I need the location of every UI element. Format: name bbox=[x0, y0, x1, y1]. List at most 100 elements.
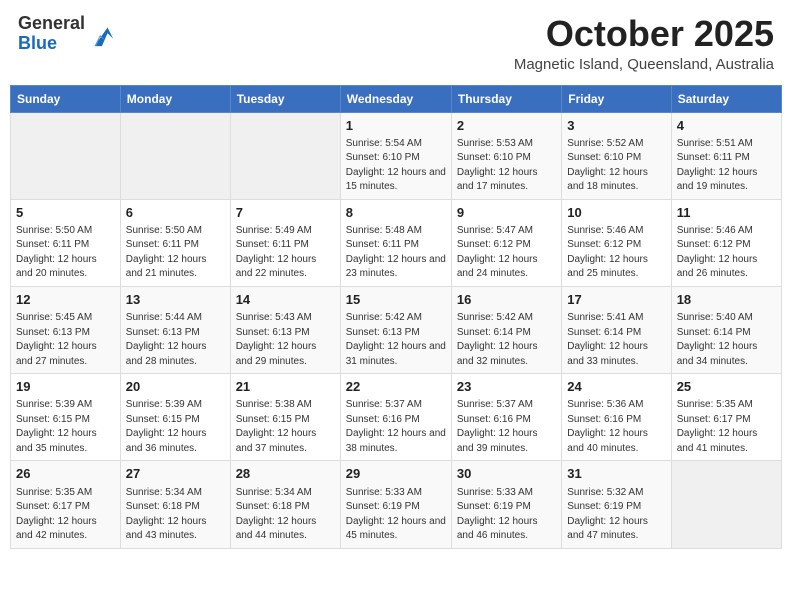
day-number: 17 bbox=[567, 291, 665, 309]
calendar-cell: 7Sunrise: 5:49 AM Sunset: 6:11 PM Daylig… bbox=[230, 199, 340, 286]
cell-text: Sunrise: 5:37 AM Sunset: 6:16 PM Dayligh… bbox=[346, 398, 446, 456]
calendar-week-1: 1Sunrise: 5:54 AM Sunset: 6:10 PM Daylig… bbox=[11, 112, 782, 199]
calendar-cell: 6 Sunrise: 5:50 AM Sunset: 6:11 PM Daylig… bbox=[120, 199, 230, 286]
day-number: 10 bbox=[567, 204, 665, 222]
page-header: General Blue October 2025 Magnetic Islan… bbox=[10, 10, 782, 77]
calendar-cell: 29Sunrise: 5:33 AM Sunset: 6:19 PM Dayli… bbox=[340, 461, 451, 548]
day-number: 27 bbox=[126, 465, 225, 483]
cell-text: Sunrise: 5:50 AM Sunset: 6:11 PM Dayligh… bbox=[126, 224, 225, 282]
cell-text: Sunrise: 5:33 AM Sunset: 6:19 PM Dayligh… bbox=[457, 486, 556, 544]
logo: General Blue bbox=[18, 14, 115, 54]
calendar-cell: 27Sunrise: 5:34 AM Sunset: 6:18 PM Dayli… bbox=[120, 461, 230, 548]
month-title: October 2025 bbox=[514, 14, 774, 54]
calendar-cell: 17 Sunrise: 5:41 AM Sunset: 6:14 PM Dayli… bbox=[562, 286, 671, 373]
calendar-cell: 25 Sunrise: 5:35 AM Sunset: 6:17 PM Dayli… bbox=[671, 374, 781, 461]
calendar-cell: 21 Sunrise: 5:38 AM Sunset: 6:15 PM Dayli… bbox=[230, 374, 340, 461]
cell-text: Sunrise: 5:42 AM Sunset: 6:14 PM Dayligh… bbox=[457, 311, 556, 369]
calendar-cell: 30 Sunrise: 5:33 AM Sunset: 6:19 PM Dayli… bbox=[451, 461, 561, 548]
cell-text: Sunrise: 5:35 AM Sunset: 6:17 PM Dayligh… bbox=[677, 398, 776, 456]
day-number: 21 bbox=[236, 378, 335, 396]
cell-text: Sunrise: 5:39 AM Sunset: 6:15 PM Dayligh… bbox=[16, 398, 115, 456]
day-number: 31 bbox=[567, 465, 665, 483]
calendar-cell: 14 Sunrise: 5:43 AM Sunset: 6:13 PM Dayli… bbox=[230, 286, 340, 373]
calendar-cell: 23 Sunrise: 5:37 AM Sunset: 6:16 PM Dayli… bbox=[451, 374, 561, 461]
calendar-cell: 16 Sunrise: 5:42 AM Sunset: 6:14 PM Dayli… bbox=[451, 286, 561, 373]
col-header-tuesday: Tuesday bbox=[230, 85, 340, 112]
day-number: 20 bbox=[126, 378, 225, 396]
cell-text: Sunrise: 5:50 AM Sunset: 6:11 PM Dayligh… bbox=[16, 224, 115, 282]
cell-text: Sunrise: 5:41 AM Sunset: 6:14 PM Dayligh… bbox=[567, 311, 665, 369]
day-number: 26 bbox=[16, 465, 115, 483]
day-number: 3 bbox=[567, 117, 665, 135]
day-number: 25 bbox=[677, 378, 776, 396]
day-number: 9 bbox=[457, 204, 556, 222]
calendar-cell: 19 Sunrise: 5:39 AM Sunset: 6:15 PM Dayli… bbox=[11, 374, 121, 461]
col-header-thursday: Thursday bbox=[451, 85, 561, 112]
cell-text: Sunrise: 5:43 AM Sunset: 6:13 PM Dayligh… bbox=[236, 311, 335, 369]
logo-blue: Blue bbox=[18, 33, 57, 53]
cell-text: Sunrise: 5:34 AM Sunset: 6:18 PM Dayligh… bbox=[236, 486, 335, 544]
calendar-cell bbox=[230, 112, 340, 199]
day-number: 30 bbox=[457, 465, 556, 483]
calendar-cell: 28 Sunrise: 5:34 AM Sunset: 6:18 PM Dayli… bbox=[230, 461, 340, 548]
day-number: 11 bbox=[677, 204, 776, 222]
day-number: 18 bbox=[677, 291, 776, 309]
calendar-cell: 15 Sunrise: 5:42 AM Sunset: 6:13 PM Dayli… bbox=[340, 286, 451, 373]
col-header-friday: Friday bbox=[562, 85, 671, 112]
cell-text: Sunrise: 5:46 AM Sunset: 6:12 PM Dayligh… bbox=[677, 224, 776, 282]
day-number: 6 bbox=[126, 204, 225, 222]
cell-text: Sunrise: 5:42 AM Sunset: 6:13 PM Dayligh… bbox=[346, 311, 446, 369]
calendar-cell: 18Sunrise: 5:40 AM Sunset: 6:14 PM Dayli… bbox=[671, 286, 781, 373]
calendar-cell: 12 Sunrise: 5:45 AM Sunset: 6:13 PM Dayli… bbox=[11, 286, 121, 373]
day-number: 28 bbox=[236, 465, 335, 483]
day-number: 4 bbox=[677, 117, 776, 135]
logo-general: General bbox=[18, 13, 85, 33]
day-number: 23 bbox=[457, 378, 556, 396]
calendar-cell bbox=[11, 112, 121, 199]
calendar-cell: 11 Sunrise: 5:46 AM Sunset: 6:12 PM Dayli… bbox=[671, 199, 781, 286]
cell-text: Sunrise: 5:48 AM Sunset: 6:11 PM Dayligh… bbox=[346, 224, 446, 282]
day-number: 2 bbox=[457, 117, 556, 135]
day-number: 19 bbox=[16, 378, 115, 396]
cell-text: Sunrise: 5:35 AM Sunset: 6:17 PM Dayligh… bbox=[16, 486, 115, 544]
calendar-cell bbox=[120, 112, 230, 199]
location-subtitle: Magnetic Island, Queensland, Australia bbox=[514, 56, 774, 73]
logo-icon bbox=[87, 20, 115, 48]
calendar-cell: 9 Sunrise: 5:47 AM Sunset: 6:12 PM Daylig… bbox=[451, 199, 561, 286]
day-number: 8 bbox=[346, 204, 446, 222]
calendar-cell: 31 Sunrise: 5:32 AM Sunset: 6:19 PM Dayli… bbox=[562, 461, 671, 548]
col-header-saturday: Saturday bbox=[671, 85, 781, 112]
day-number: 14 bbox=[236, 291, 335, 309]
day-number: 12 bbox=[16, 291, 115, 309]
calendar-week-3: 12 Sunrise: 5:45 AM Sunset: 6:13 PM Dayli… bbox=[11, 286, 782, 373]
cell-text: Sunrise: 5:47 AM Sunset: 6:12 PM Dayligh… bbox=[457, 224, 556, 282]
cell-text: Sunrise: 5:49 AM Sunset: 6:11 PM Dayligh… bbox=[236, 224, 335, 282]
calendar-cell: 22 Sunrise: 5:37 AM Sunset: 6:16 PM Dayli… bbox=[340, 374, 451, 461]
day-number: 15 bbox=[346, 291, 446, 309]
day-number: 1 bbox=[346, 117, 446, 135]
calendar-cell: 4 Sunrise: 5:51 AM Sunset: 6:11 PM Daylig… bbox=[671, 112, 781, 199]
calendar-cell: 2Sunrise: 5:53 AM Sunset: 6:10 PM Daylig… bbox=[451, 112, 561, 199]
col-header-wednesday: Wednesday bbox=[340, 85, 451, 112]
cell-text: Sunrise: 5:51 AM Sunset: 6:11 PM Dayligh… bbox=[677, 137, 776, 195]
cell-text: Sunrise: 5:32 AM Sunset: 6:19 PM Dayligh… bbox=[567, 486, 665, 544]
calendar-cell bbox=[671, 461, 781, 548]
day-number: 29 bbox=[346, 465, 446, 483]
calendar-table: SundayMondayTuesdayWednesdayThursdayFrid… bbox=[10, 85, 782, 549]
calendar-cell: 1Sunrise: 5:54 AM Sunset: 6:10 PM Daylig… bbox=[340, 112, 451, 199]
calendar-cell: 10Sunrise: 5:46 AM Sunset: 6:12 PM Dayli… bbox=[562, 199, 671, 286]
calendar-cell: 3Sunrise: 5:52 AM Sunset: 6:10 PM Daylig… bbox=[562, 112, 671, 199]
cell-text: Sunrise: 5:37 AM Sunset: 6:16 PM Dayligh… bbox=[457, 398, 556, 456]
day-number: 22 bbox=[346, 378, 446, 396]
cell-text: Sunrise: 5:45 AM Sunset: 6:13 PM Dayligh… bbox=[16, 311, 115, 369]
cell-text: Sunrise: 5:44 AM Sunset: 6:13 PM Dayligh… bbox=[126, 311, 225, 369]
day-number: 16 bbox=[457, 291, 556, 309]
day-number: 5 bbox=[16, 204, 115, 222]
calendar-week-5: 26 Sunrise: 5:35 AM Sunset: 6:17 PM Dayli… bbox=[11, 461, 782, 548]
calendar-cell: 20Sunrise: 5:39 AM Sunset: 6:15 PM Dayli… bbox=[120, 374, 230, 461]
calendar-cell: 26 Sunrise: 5:35 AM Sunset: 6:17 PM Dayli… bbox=[11, 461, 121, 548]
cell-text: Sunrise: 5:38 AM Sunset: 6:15 PM Dayligh… bbox=[236, 398, 335, 456]
col-header-sunday: Sunday bbox=[11, 85, 121, 112]
calendar-cell: 8 Sunrise: 5:48 AM Sunset: 6:11 PM Daylig… bbox=[340, 199, 451, 286]
title-block: October 2025 Magnetic Island, Queensland… bbox=[514, 14, 774, 73]
